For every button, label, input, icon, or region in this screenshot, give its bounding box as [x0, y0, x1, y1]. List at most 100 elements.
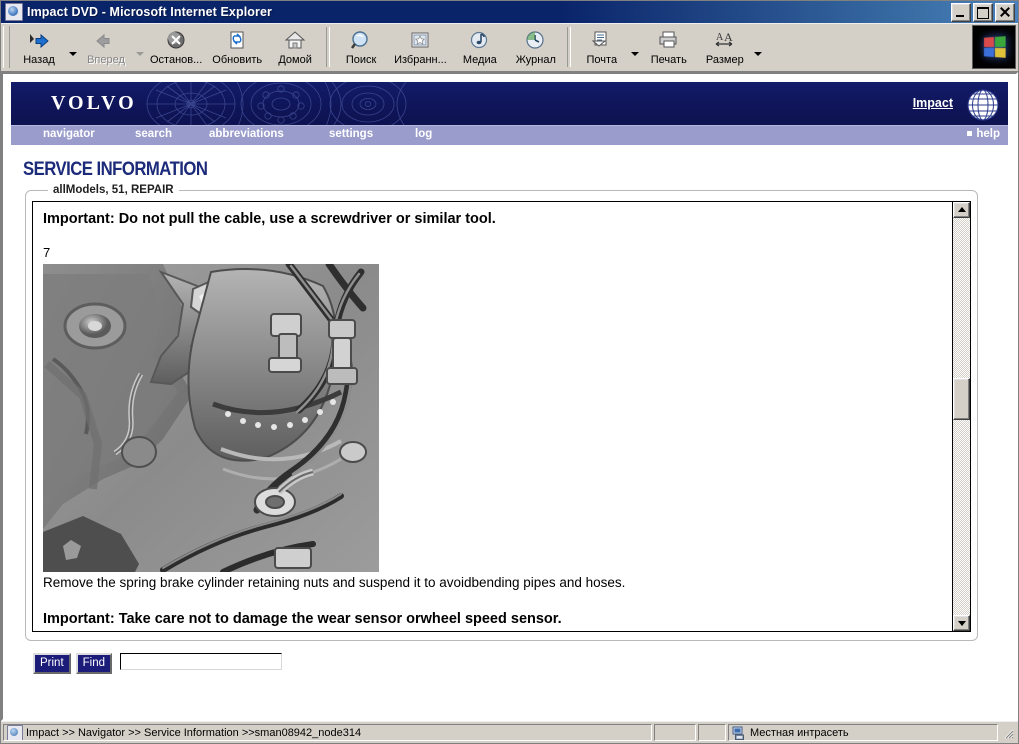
toolbar-button-print[interactable]: Печать — [641, 23, 697, 71]
page-document-icon — [7, 725, 23, 740]
toolbar-grip[interactable] — [3, 26, 10, 68]
resize-grip[interactable] — [1000, 724, 1016, 741]
toolbar-label-history: Журнал — [515, 53, 556, 66]
media-note-icon — [468, 30, 492, 53]
toolbar-button-mail[interactable]: Почта — [574, 23, 630, 71]
nav-item-settings[interactable]: settings — [329, 128, 373, 140]
toolbar-button-history[interactable]: Журнал — [508, 23, 564, 71]
stop-icon — [164, 30, 188, 53]
scroll-up-arrow-icon[interactable] — [953, 202, 970, 218]
action-bar: Print Find — [33, 653, 1008, 674]
globe-grid-icon — [967, 89, 999, 121]
volvo-banner: VOLVO Impact — [11, 82, 1008, 125]
favorites-star-icon — [408, 30, 432, 53]
internet-explorer-logo[interactable] — [972, 25, 1016, 69]
toolbar-button-forward[interactable]: Вперед — [78, 23, 134, 71]
maximize-button[interactable] — [973, 2, 993, 22]
print-button[interactable]: Print — [33, 653, 71, 674]
toolbar-label-stop: Останов... — [150, 53, 203, 66]
back-dropdown-arrow-icon[interactable] — [67, 23, 78, 71]
figure-caption: Remove the spring brake cylinder retaini… — [43, 575, 626, 590]
title-bar: Impact DVD - Microsoft Internet Explorer — [1, 1, 1018, 23]
nav-item-log[interactable]: log — [415, 128, 432, 140]
mail-icon — [590, 30, 614, 53]
toolbar-label-mail: Почта — [586, 53, 618, 66]
refresh-icon — [225, 30, 249, 53]
history-clock-icon — [524, 30, 548, 53]
window-icon — [5, 3, 23, 21]
font-size-icon: A A — [713, 30, 737, 53]
scrollbar-track[interactable] — [953, 218, 970, 615]
toolbar-button-search[interactable]: Поиск — [333, 23, 389, 71]
toolbar-label-home: Домой — [278, 53, 312, 66]
toolbar-button-back[interactable]: Назад — [11, 23, 67, 71]
status-path-pane: Impact >> Navigator >> Service Informati… — [3, 724, 652, 741]
toolbar-button-home[interactable]: Домой — [267, 23, 323, 71]
square-bullet-icon — [967, 131, 973, 136]
important-note-bottom: Important: Take care not to damage the w… — [43, 611, 562, 627]
toolbar-label-refresh: Обновить — [212, 53, 263, 66]
toolbar-label-favorites: Избранн... — [394, 53, 447, 66]
help-link[interactable]: help — [967, 128, 1000, 140]
help-label: help — [976, 128, 1000, 140]
printer-icon — [657, 30, 681, 53]
local-intranet-icon — [732, 726, 744, 740]
search-icon — [349, 30, 373, 53]
content-frame: Important: Do not pull the cable, use a … — [32, 201, 971, 632]
impact-link[interactable]: Impact — [913, 96, 953, 110]
mail-dropdown-arrow-icon[interactable] — [630, 23, 641, 71]
close-button[interactable] — [995, 2, 1015, 22]
brake-assembly-photo — [43, 264, 379, 572]
toolbar-label-media: Медиа — [462, 53, 497, 66]
svg-text:A: A — [724, 30, 733, 44]
web-page: VOLVO Impact navigator search abbreviati… — [3, 74, 1016, 719]
find-button[interactable]: Find — [75, 653, 113, 674]
browser-toolbar: Назад Вперед Останов... Обновить Домой П… — [1, 23, 1018, 72]
home-icon — [283, 30, 307, 53]
nav-item-abbreviations[interactable]: abbreviations — [209, 128, 284, 140]
toolbar-label-back: Назад — [23, 53, 55, 66]
site-navbar: navigator search abbreviations settings … — [11, 125, 1008, 145]
find-input[interactable] — [120, 653, 283, 670]
browser-window: Impact DVD - Microsoft Internet Explorer… — [0, 0, 1019, 744]
back-arrow-icon — [27, 30, 51, 53]
content-fieldset: allModels, 51, REPAIR Important: Do not … — [25, 184, 978, 641]
svg-text:A: A — [716, 32, 724, 43]
window-title: Impact DVD - Microsoft Internet Explorer — [27, 5, 273, 19]
page-title: SERVICE INFORMATION — [23, 159, 208, 180]
window-controls — [951, 2, 1016, 22]
status-zone-pane: Местная интрасеть — [728, 724, 998, 741]
status-pane-progress — [654, 724, 696, 741]
toolbar-button-media[interactable]: Медиа — [452, 23, 508, 71]
forward-arrow-icon — [94, 30, 118, 53]
status-bar: Impact >> Navigator >> Service Informati… — [1, 721, 1018, 743]
scrollbar-thumb[interactable] — [953, 378, 970, 420]
step-number: 7 — [43, 245, 51, 260]
toolbar-button-size[interactable]: A A Размер — [697, 23, 753, 71]
minimize-button[interactable] — [951, 2, 971, 22]
status-pane-extra — [698, 724, 726, 741]
volvo-wordmark: VOLVO — [51, 92, 137, 114]
forward-dropdown-arrow-icon[interactable] — [134, 23, 145, 71]
toolbar-label-size: Размер — [705, 53, 744, 66]
nav-item-navigator[interactable]: navigator — [43, 128, 95, 140]
toolbar-label-forward: Вперед — [87, 53, 125, 66]
size-dropdown-arrow-icon[interactable] — [753, 23, 764, 71]
toolbar-label-print: Печать — [650, 53, 687, 66]
toolbar-button-favorites[interactable]: Избранн... — [389, 23, 452, 71]
important-note-top: Important: Do not pull the cable, use a … — [43, 211, 496, 227]
content-body: Important: Do not pull the cable, use a … — [33, 202, 952, 631]
toolbar-button-refresh[interactable]: Обновить — [207, 23, 267, 71]
breadcrumb-legend: allModels, 51, REPAIR — [53, 184, 174, 196]
toolbar-separator-2 — [566, 27, 571, 67]
scroll-down-arrow-icon[interactable] — [953, 615, 970, 631]
toolbar-label-search: Поиск — [345, 53, 377, 66]
wheel-graphics — [146, 82, 407, 125]
content-scrollbar[interactable] — [952, 202, 970, 631]
document-area: VOLVO Impact navigator search abbreviati… — [1, 72, 1018, 721]
toolbar-button-stop[interactable]: Останов... — [145, 23, 207, 71]
status-zone-text: Местная интрасеть — [750, 726, 849, 739]
toolbar-separator-1 — [326, 27, 331, 67]
status-path-text: Impact >> Navigator >> Service Informati… — [26, 726, 362, 739]
nav-item-search[interactable]: search — [135, 128, 172, 140]
